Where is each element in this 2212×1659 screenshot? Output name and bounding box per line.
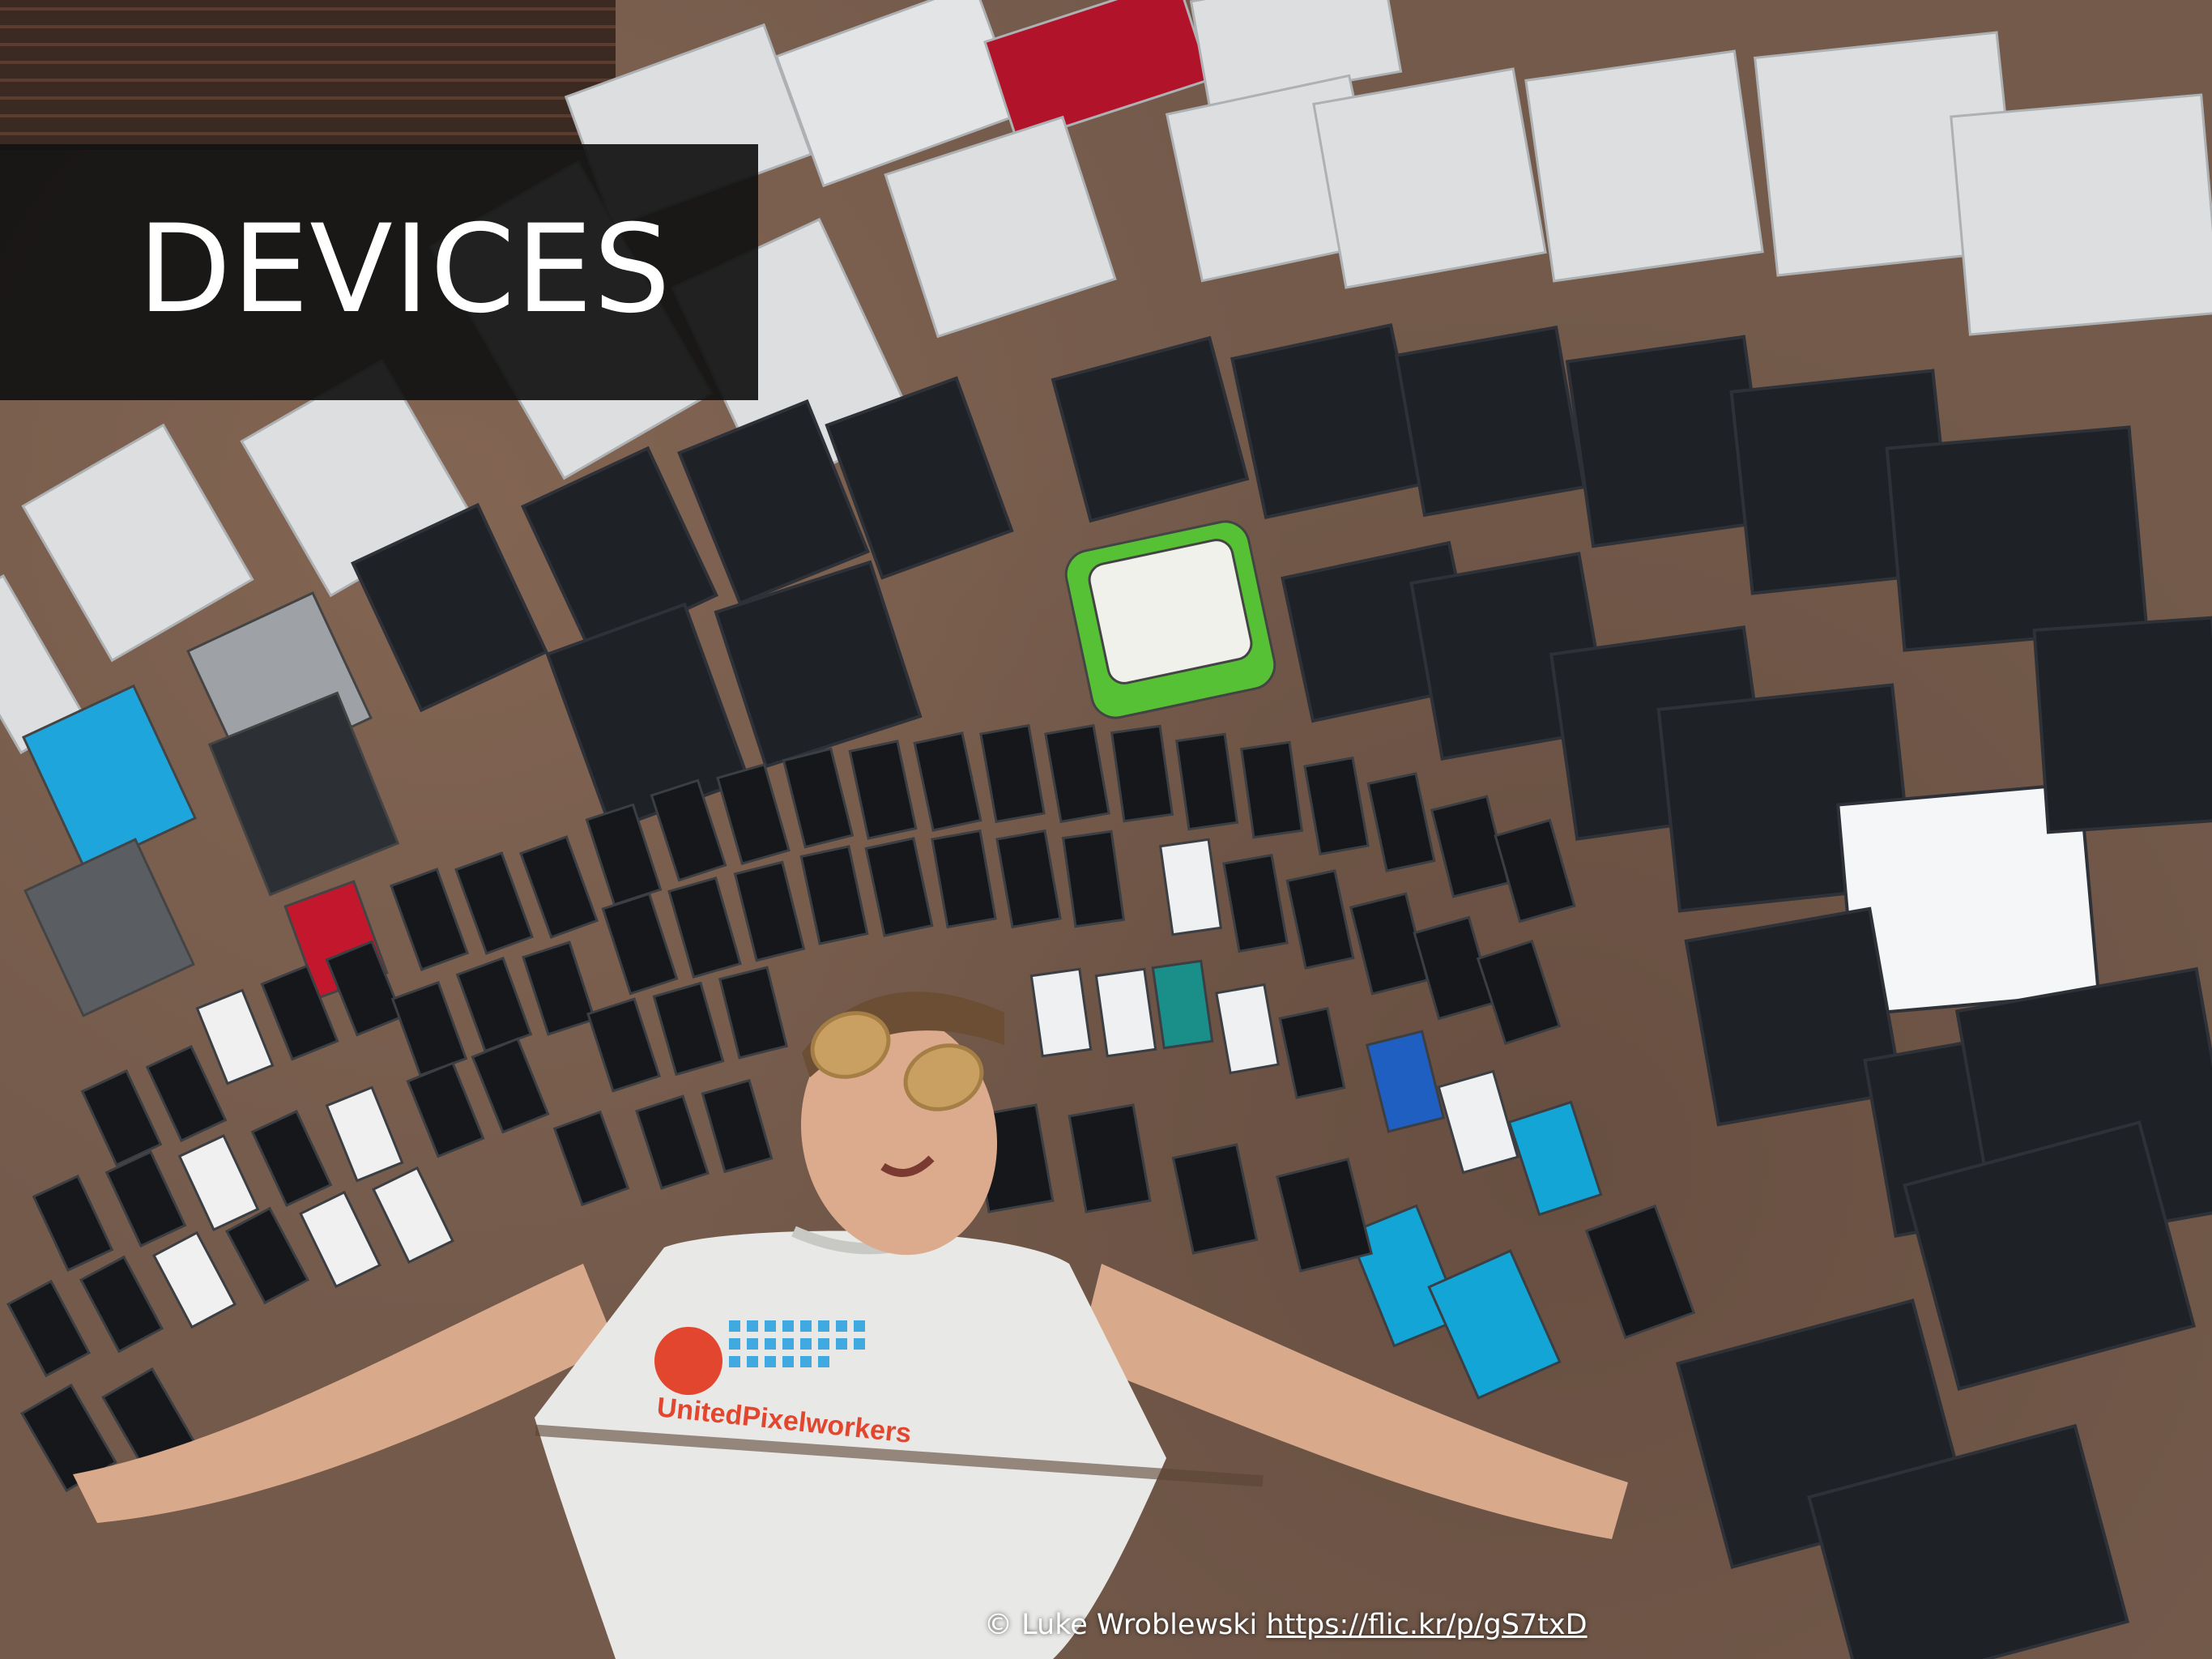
photo-credit: © Luke Wroblewski https://flic.kr/p/gS7t… <box>984 1609 1588 1641</box>
credit-link[interactable]: https://flic.kr/p/gS7txD <box>1266 1609 1587 1641</box>
slide-title: DEVICES <box>138 199 671 340</box>
slide: UnitedPixelworkers DEVICES © Luke Wroble… <box>0 0 2212 1659</box>
credit-author: © Luke Wroblewski <box>984 1609 1258 1641</box>
